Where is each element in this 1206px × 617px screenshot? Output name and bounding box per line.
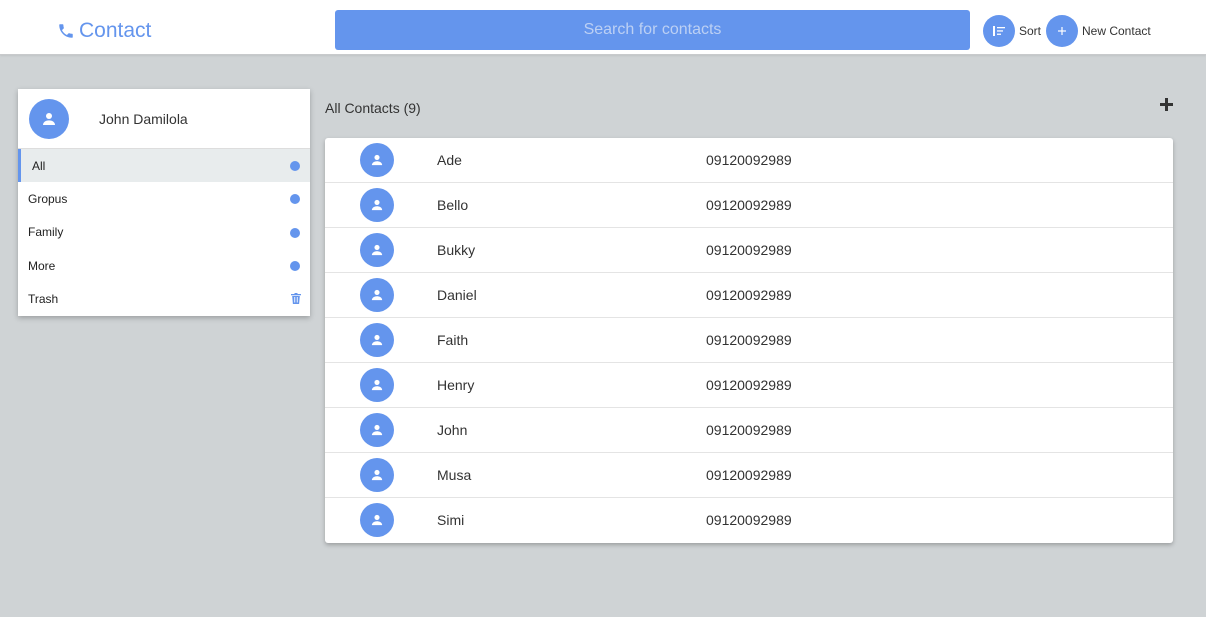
contact-name: Daniel bbox=[437, 287, 477, 303]
sidebar-item-trash[interactable]: Trash bbox=[18, 282, 310, 315]
contact-name: John bbox=[437, 422, 468, 438]
contact-phone: 09120092989 bbox=[706, 287, 792, 303]
dot-icon bbox=[290, 227, 300, 238]
sidebar-item-label: All bbox=[32, 158, 46, 173]
person-icon bbox=[371, 424, 383, 436]
contact-name: Henry bbox=[437, 377, 475, 393]
plus-icon bbox=[1046, 15, 1078, 47]
contact-name: Bukky bbox=[437, 242, 476, 258]
contact-phone: 09120092989 bbox=[706, 422, 792, 438]
contact-phone: 09120092989 bbox=[706, 242, 792, 258]
contact-row[interactable]: Bukky 09120092989 bbox=[325, 228, 1173, 273]
person-icon bbox=[371, 334, 383, 346]
new-contact-label: New Contact bbox=[1082, 24, 1151, 38]
person-icon bbox=[371, 244, 383, 256]
avatar bbox=[360, 188, 394, 222]
sidebar-item-groups[interactable]: Gropus bbox=[18, 182, 310, 215]
contact-row[interactable]: Henry 09120092989 bbox=[325, 363, 1173, 408]
sidebar-item-label: Family bbox=[28, 225, 64, 240]
brand[interactable]: Contact bbox=[57, 18, 151, 44]
sidebar-item-more[interactable]: More bbox=[18, 249, 310, 282]
contact-name: Musa bbox=[437, 467, 472, 483]
dot-icon bbox=[290, 260, 300, 271]
avatar bbox=[360, 413, 394, 447]
top-bar: Contact Sort New Contact bbox=[0, 0, 1206, 55]
contact-row[interactable]: John 09120092989 bbox=[325, 408, 1173, 453]
avatar bbox=[360, 368, 394, 402]
avatar bbox=[360, 278, 394, 312]
contact-phone: 09120092989 bbox=[706, 467, 792, 483]
sidebar-item-all[interactable]: All bbox=[18, 149, 310, 183]
sidebar-item-label: Gropus bbox=[28, 191, 68, 206]
person-icon bbox=[371, 199, 383, 211]
avatar bbox=[360, 143, 394, 177]
person-icon bbox=[371, 379, 383, 391]
sidebar: John Damilola All Gropus Family More Tra… bbox=[18, 89, 310, 316]
person-icon bbox=[43, 113, 55, 125]
contact-list: Ade 09120092989 Bello 09120092989 Bukky … bbox=[325, 138, 1173, 543]
person-icon bbox=[371, 154, 383, 166]
phone-icon bbox=[57, 22, 75, 40]
user-name: John Damilola bbox=[99, 111, 188, 127]
contact-name: Simi bbox=[437, 512, 465, 528]
sort-icon bbox=[983, 15, 1015, 47]
sort-button[interactable]: Sort bbox=[983, 15, 1041, 47]
avatar bbox=[360, 323, 394, 357]
sidebar-item-family[interactable]: Family bbox=[18, 216, 310, 249]
dot-icon bbox=[290, 194, 300, 205]
person-icon bbox=[371, 514, 383, 526]
contact-row[interactable]: Musa 09120092989 bbox=[325, 453, 1173, 498]
trash-icon bbox=[291, 293, 301, 305]
avatar bbox=[29, 99, 69, 139]
sort-label: Sort bbox=[1019, 24, 1042, 38]
contact-phone: 09120092989 bbox=[706, 197, 792, 213]
contact-name: Bello bbox=[437, 197, 469, 213]
contacts-header: All Contacts (9) bbox=[325, 100, 421, 116]
avatar bbox=[360, 503, 394, 537]
contact-name: Ade bbox=[437, 152, 462, 168]
contact-phone: 09120092989 bbox=[706, 152, 792, 168]
sidebar-item-label: More bbox=[28, 258, 56, 273]
add-icon[interactable] bbox=[1160, 98, 1173, 111]
sidebar-item-label: Trash bbox=[28, 291, 59, 306]
contact-phone: 09120092989 bbox=[706, 377, 792, 393]
search-input[interactable] bbox=[335, 10, 970, 50]
contact-phone: 09120092989 bbox=[706, 332, 792, 348]
person-icon bbox=[371, 289, 383, 301]
brand-label: Contact bbox=[79, 19, 152, 42]
avatar bbox=[360, 458, 394, 492]
contact-name: Faith bbox=[437, 332, 469, 348]
contact-row[interactable]: Daniel 09120092989 bbox=[325, 273, 1173, 318]
dot-icon bbox=[290, 161, 300, 171]
contact-row[interactable]: Ade 09120092989 bbox=[325, 138, 1173, 183]
profile-card[interactable]: John Damilola bbox=[18, 89, 310, 149]
person-icon bbox=[371, 469, 383, 481]
contact-row[interactable]: Simi 09120092989 bbox=[325, 498, 1173, 543]
avatar bbox=[360, 233, 394, 267]
new-contact-button[interactable]: New Contact bbox=[1046, 15, 1151, 47]
contact-phone: 09120092989 bbox=[706, 512, 792, 528]
contact-row[interactable]: Bello 09120092989 bbox=[325, 183, 1173, 228]
contact-row[interactable]: Faith 09120092989 bbox=[325, 318, 1173, 363]
